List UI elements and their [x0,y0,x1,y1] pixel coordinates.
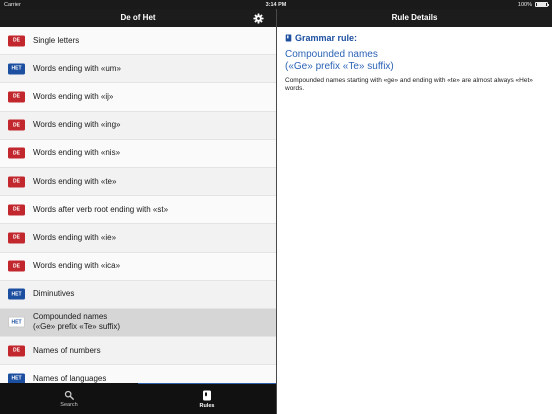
rule-detail-panel: Grammar rule: Compounded names («Ge» pre… [277,27,552,414]
gear-icon[interactable] [253,12,264,24]
list-item[interactable]: DE Words after verb root ending with «st» [0,196,276,225]
rule-label: Words ending with «ij» [33,92,113,102]
rules-list[interactable]: DE Single letters HET Words ending with «um… [0,27,276,383]
rule-label-line1: Words ending with «te» [33,176,117,186]
rule-label-line1: Single letters [33,35,80,45]
tab-search-label: Search [60,401,78,408]
article-badge: HET [8,288,25,300]
tab-rules-label: Rules [199,402,215,409]
list-item[interactable]: HET Diminutives [0,280,276,309]
rule-label: Words ending with «nis» [33,148,120,158]
grammar-rule-label: Grammar rule: [295,33,358,43]
list-item[interactable]: DE Words ending with «nis» [0,140,276,168]
rule-title: Compounded names («Ge» prefix «Te» suffi… [285,49,544,72]
grammar-rule-header: Grammar rule: [285,33,544,43]
battery-indicator: 100% [517,1,549,8]
tab-rules[interactable]: Rules [138,383,276,414]
rule-title-line2: («Ge» prefix «Te» suffix) [285,60,394,72]
list-item[interactable]: DE Words ending with «ing» [0,111,276,140]
battery-icon [535,1,549,8]
article-badge: DE [8,176,25,188]
battery-percent: 100% [517,1,532,8]
rule-label: Diminutives [33,289,74,299]
article-badge: DE [8,35,25,47]
article-badge: DE [8,345,25,357]
rule-label: Words ending with «te» [33,177,116,187]
list-item[interactable]: HET Compounded names («Ge» prefix «Te» suf… [0,308,276,338]
detail-title: Rule Details [391,13,438,22]
rule-label-line1: Words ending with «ing» [33,120,121,130]
rule-label-line1: Names of languages [33,373,107,383]
tab-search[interactable]: Search [0,383,138,414]
article-badge: DE [8,232,25,244]
rule-label: Words ending with «ica» [33,261,120,271]
rule-label-line1: Words ending with «nis» [33,148,121,158]
rule-label: Words ending with «ing» [33,120,120,130]
rule-label: Words ending with «um» [33,64,121,74]
list-item[interactable]: DE Words ending with «ij» [0,83,276,112]
article-badge: DE [8,204,25,216]
rule-label-line1: Words ending with «ij» [33,91,114,101]
search-icon [64,390,74,400]
article-badge: HET [8,63,25,75]
rule-label: Names of numbers [33,346,101,356]
rule-label-line1: Compounded names [33,312,108,322]
rule-label-line1: Names of numbers [33,345,101,355]
rule-label: Compounded names («Ge» prefix «Te» suffix… [33,312,120,332]
article-badge: HET [8,373,25,383]
rules-navbar: De of Het [0,9,276,27]
status-bar: Carrier 3:14 PM 100% [0,0,552,9]
list-item[interactable]: HET Words ending with «um» [0,55,276,84]
rule-label: Names of languages [33,374,106,383]
rule-label-line1: Words ending with «um» [33,63,121,73]
rule-label: Single letters [33,36,79,46]
list-item[interactable]: HET Names of languages [0,365,276,383]
book-icon [285,34,292,42]
list-item[interactable]: DE Words ending with «te» [0,167,276,197]
list-item[interactable]: DE Words ending with «ie» [0,224,276,253]
book-icon [203,390,211,400]
rule-description: Compounded names starting with «ge» and … [285,77,533,92]
rule-label: Words after verb root ending with «st» [33,205,168,215]
article-badge: HET [8,316,25,328]
list-item[interactable]: DE Single letters [0,27,276,56]
article-badge: DE [8,260,25,272]
rule-label-line2: («Ge» prefix «Te» suffix) [33,322,121,332]
app-title: De of Het [120,13,156,22]
clock: 3:14 PM [265,1,287,8]
rule-label-line1: Words after verb root ending with «st» [33,204,169,214]
rule-label: Words ending with «ie» [33,233,116,243]
rule-label-line1: Words ending with «ica» [33,261,121,271]
detail-navbar: Rule Details [277,9,552,27]
article-badge: DE [8,119,25,131]
list-item[interactable]: DE Names of numbers [0,337,276,366]
list-item[interactable]: DE Words ending with «ica» [0,253,276,281]
tab-bar: Search Rules [0,383,276,414]
article-badge: DE [8,91,25,103]
rule-label-line1: Diminutives [33,289,75,299]
rule-label-line1: Words ending with «ie» [33,232,117,242]
article-badge: DE [8,147,25,159]
rule-title-line1: Compounded names [285,49,378,60]
